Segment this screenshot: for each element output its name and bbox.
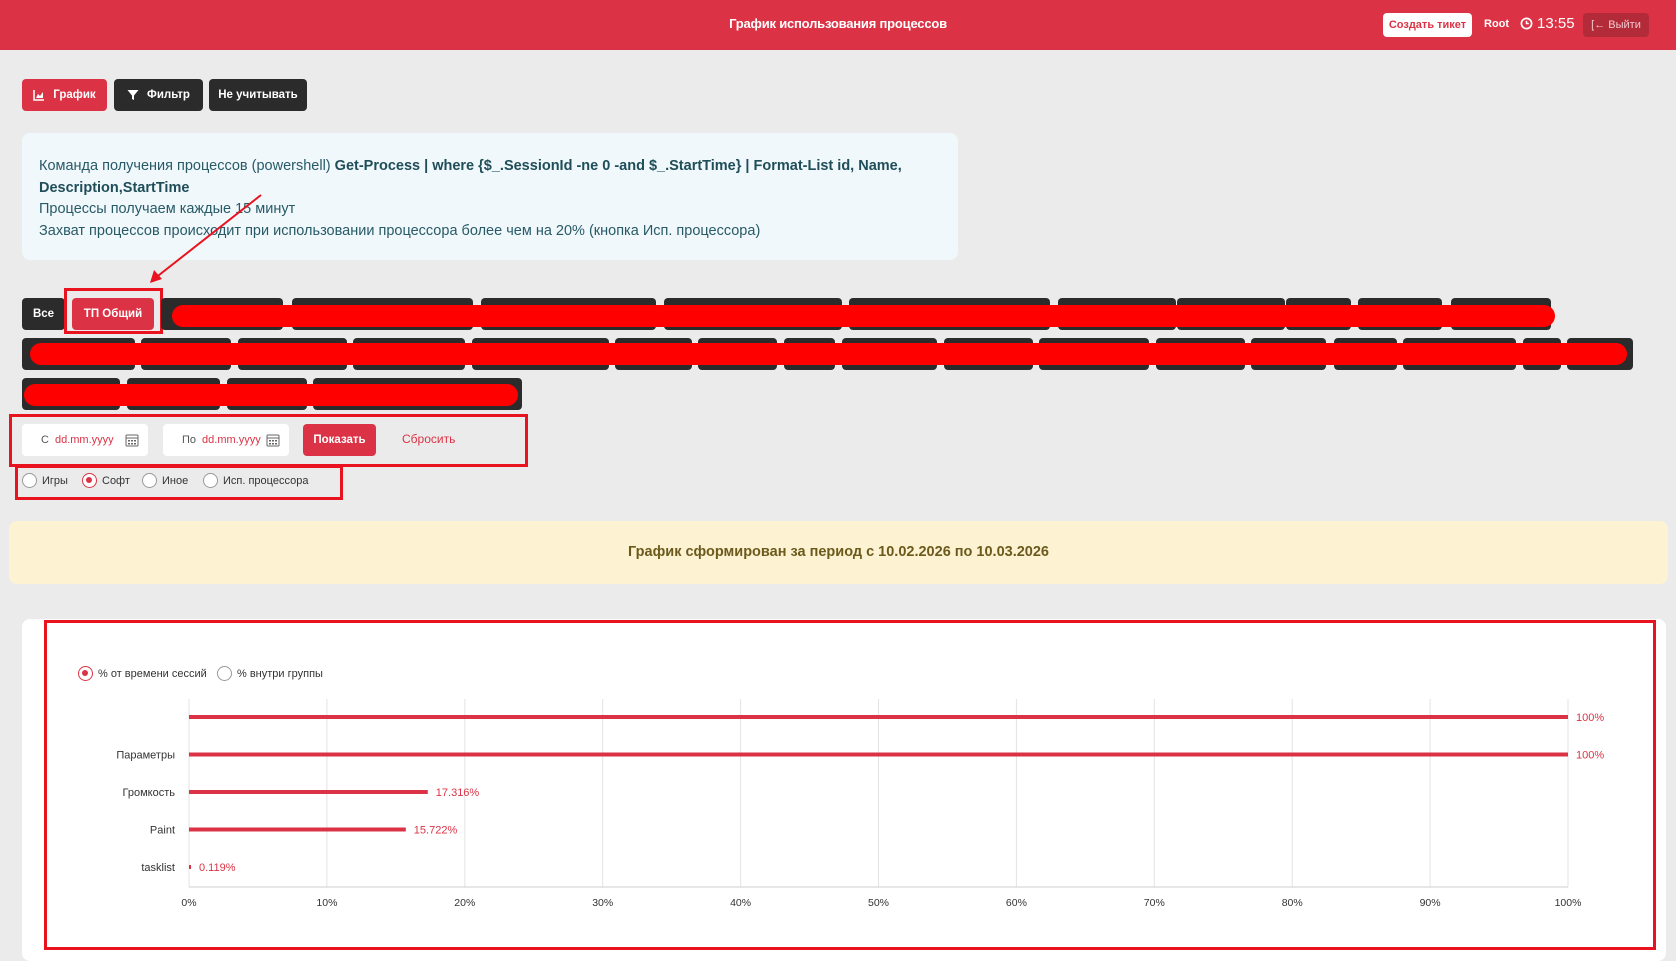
date-to-label: По	[182, 434, 197, 446]
radio-circle[interactable]	[82, 473, 97, 488]
chart-button[interactable]: График	[22, 79, 107, 111]
show-button[interactable]: Показать	[303, 424, 376, 456]
annotation-arrow	[150, 194, 262, 283]
clock: 13:55	[1520, 15, 1575, 32]
category-games-radio[interactable]: Игры	[22, 473, 68, 488]
logout-label: Выйти	[1608, 19, 1641, 31]
user-name: Root	[1484, 18, 1510, 30]
date-to-input[interactable]: По dd.mm.yyyy	[163, 424, 289, 456]
exclude-button-label: Не учитывать	[218, 89, 298, 101]
filter-icon	[127, 90, 139, 100]
command-prefix: Команда получения процессов (powershell)	[39, 158, 335, 174]
radio-circle[interactable]	[217, 666, 232, 681]
mode-session-radio[interactable]: % от времени сессий	[78, 666, 207, 681]
clock-time: 13:55	[1537, 15, 1575, 32]
date-to-placeholder: dd.mm.yyyy	[202, 434, 261, 446]
clock-icon	[1520, 17, 1533, 30]
calendar-icon[interactable]	[125, 433, 139, 447]
mode-session-label: % от времени сессий	[98, 667, 207, 680]
logout-button[interactable]: [← Выйти	[1583, 13, 1649, 37]
mode-group-label: % внутри группы	[237, 667, 323, 680]
category-label: Исп. процессора	[223, 474, 309, 487]
chart-button-label: График	[53, 89, 96, 101]
radio-circle[interactable]	[142, 473, 157, 488]
redaction-mark	[24, 384, 518, 406]
category-other-radio[interactable]: Иное	[142, 473, 188, 488]
period-banner: График сформирован за период с 10.02.202…	[9, 521, 1668, 584]
filter-button[interactable]: Фильтр	[114, 79, 203, 111]
category-soft-radio[interactable]: Софт	[82, 473, 130, 488]
category-cpu-radio[interactable]: Исп. процессора	[203, 473, 308, 488]
redaction-mark	[172, 305, 1555, 327]
category-label: Иное	[162, 474, 189, 487]
category-label: Игры	[42, 474, 68, 487]
create-ticket-button[interactable]: Создать тикет	[1383, 13, 1472, 37]
radio-circle[interactable]	[78, 666, 93, 681]
logout-icon: [←	[1591, 19, 1606, 31]
chart-icon	[33, 90, 45, 101]
radio-circle[interactable]	[22, 473, 37, 488]
category-label: Софт	[102, 474, 130, 487]
exclude-button[interactable]: Не учитывать	[209, 79, 307, 111]
filter-button-label: Фильтр	[147, 89, 190, 101]
date-from-label: С	[41, 434, 49, 446]
date-from-input[interactable]: С dd.mm.yyyy	[22, 424, 148, 456]
mode-group-radio[interactable]: % внутри группы	[217, 666, 323, 681]
top-bar: График использования процессов Создать т…	[0, 0, 1676, 50]
group-all-button[interactable]: Все	[22, 298, 65, 330]
redaction-mark	[30, 343, 1627, 365]
calendar-icon[interactable]	[266, 433, 280, 447]
highlight-active-group	[64, 288, 163, 334]
radio-circle[interactable]	[203, 473, 218, 488]
date-from-placeholder: dd.mm.yyyy	[54, 434, 114, 446]
reset-link[interactable]: Сбросить	[402, 432, 455, 446]
